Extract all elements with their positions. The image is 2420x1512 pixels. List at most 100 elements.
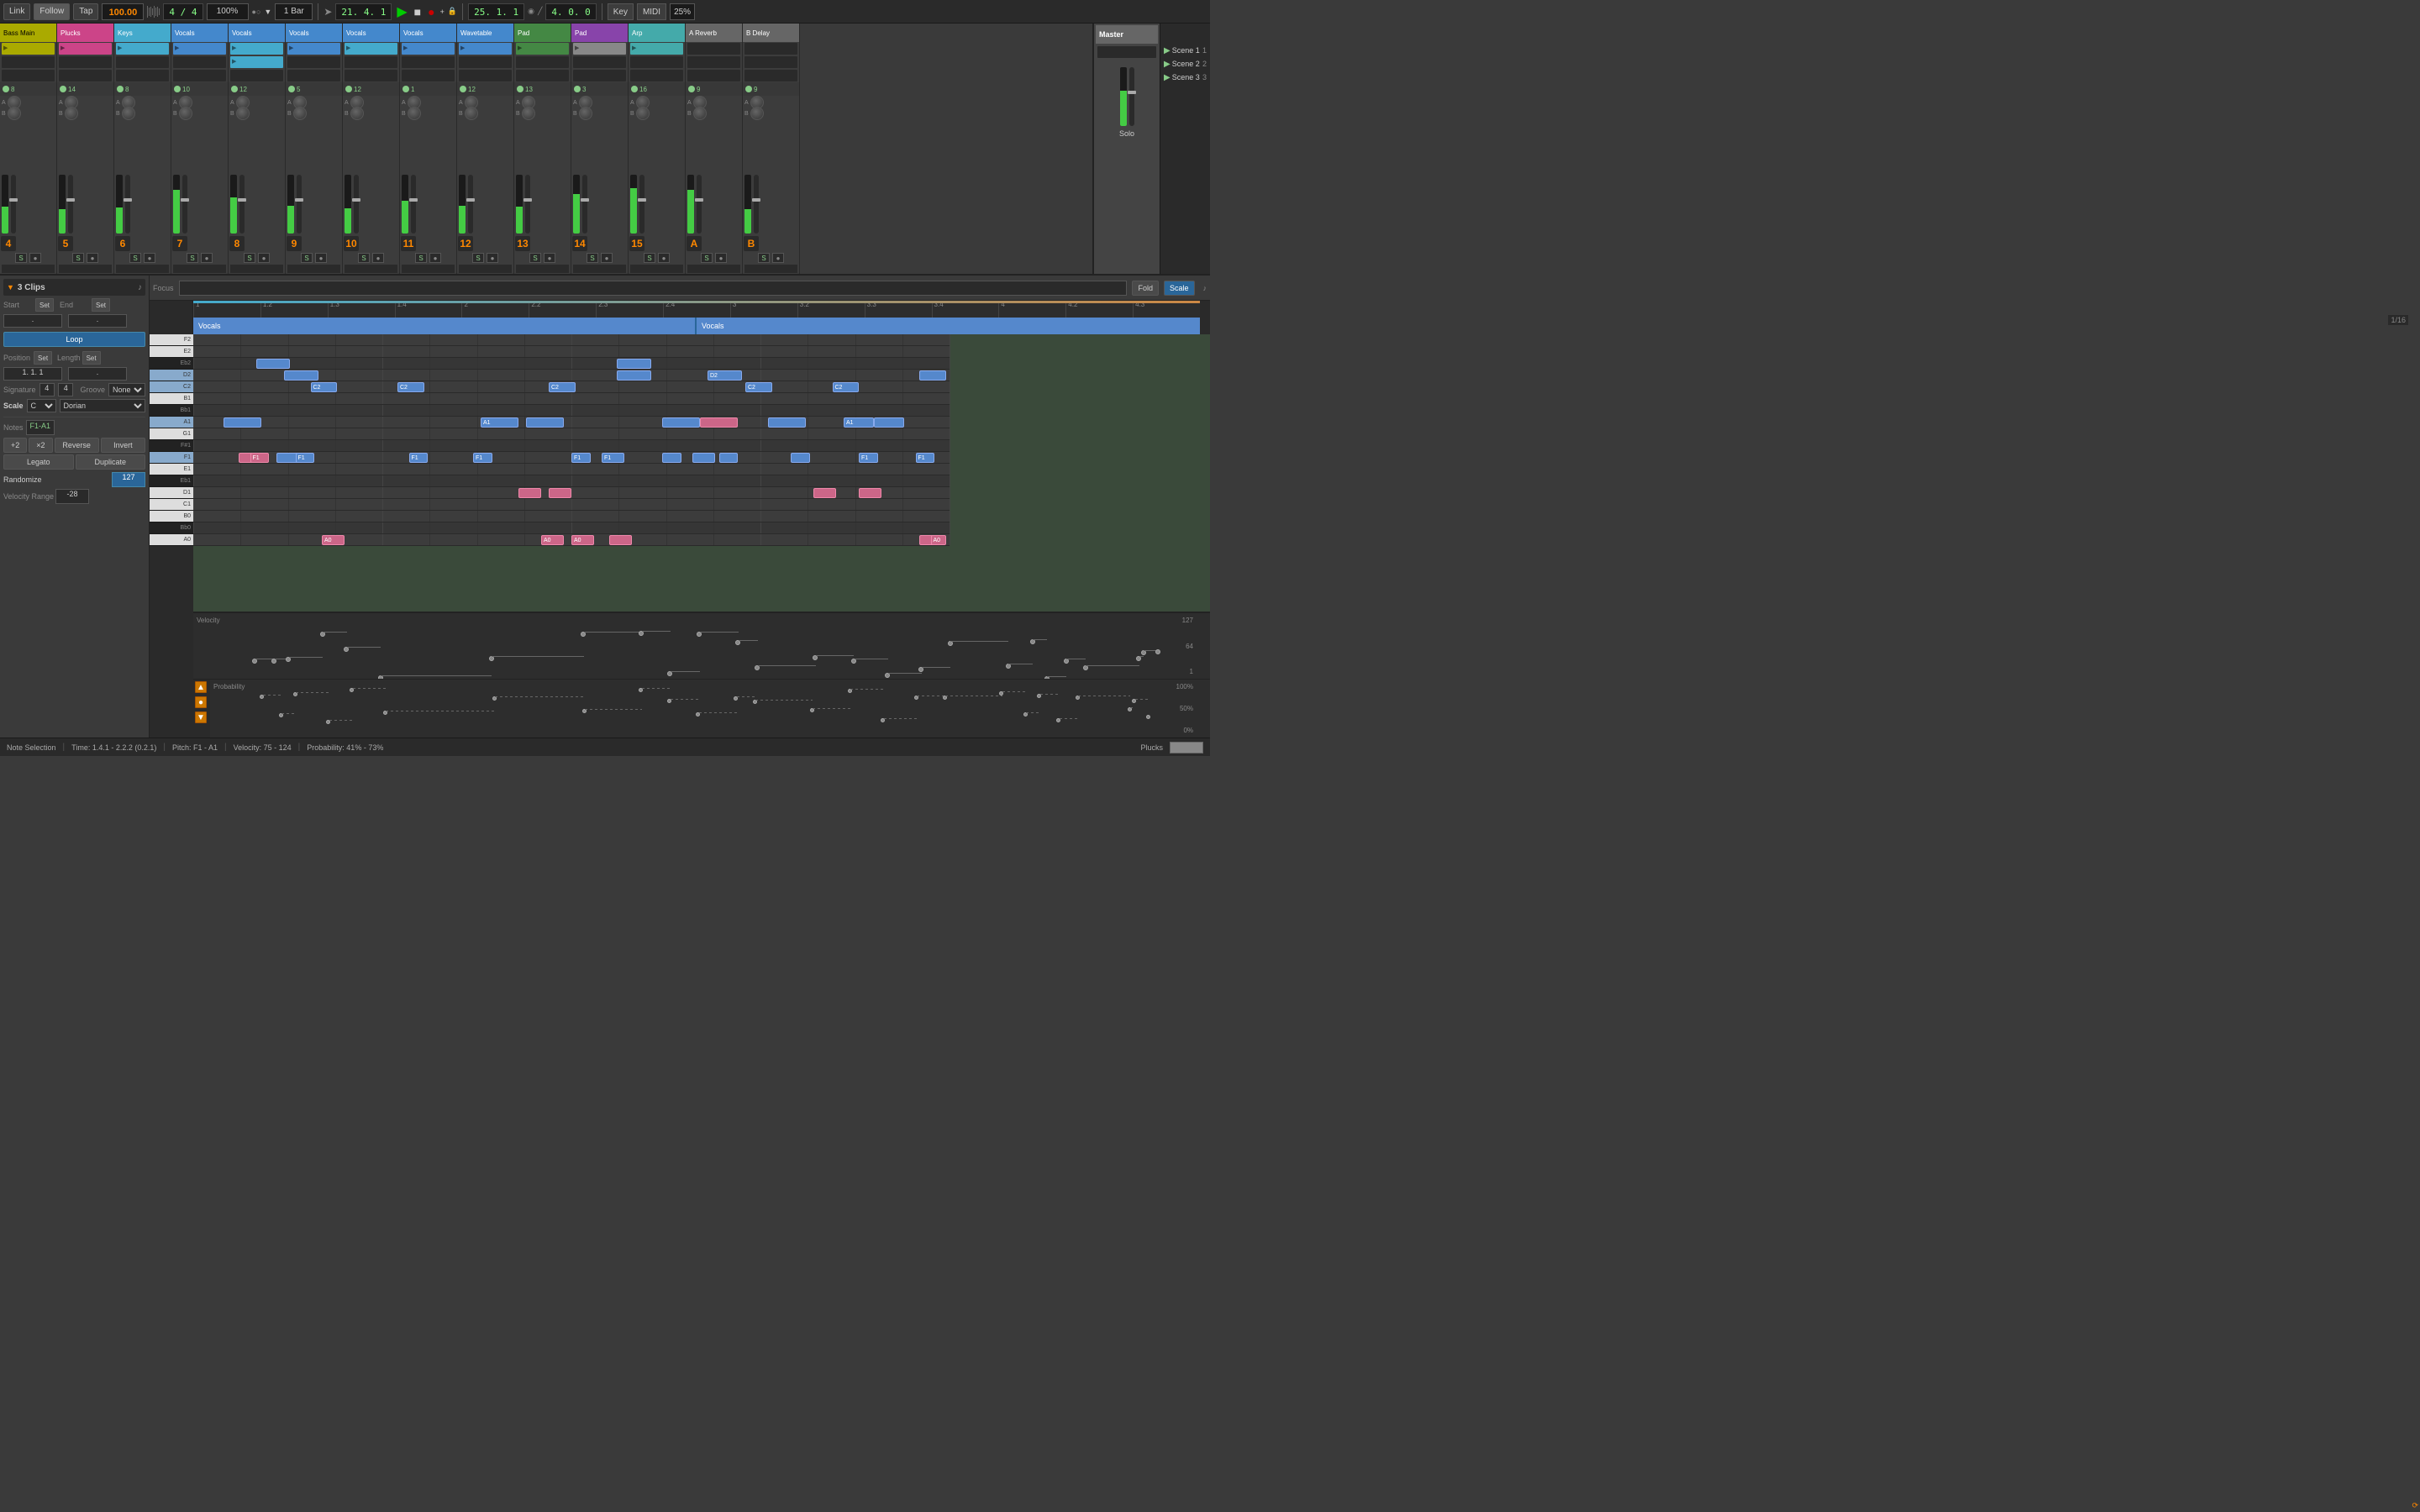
random-val[interactable]: 127: [112, 472, 145, 487]
clip-slot-6-1[interactable]: [345, 56, 397, 68]
duplicate-button[interactable]: Duplicate: [76, 454, 146, 470]
mute-btn-5[interactable]: ●: [315, 253, 327, 263]
midi-note-28[interactable]: [692, 453, 715, 463]
send-b-knob-10[interactable]: [579, 107, 592, 120]
midi-note-33[interactable]: [518, 488, 541, 498]
send-b-knob-13[interactable]: [750, 107, 764, 120]
grid-row-C1[interactable]: [193, 499, 950, 511]
midi-note-26[interactable]: F1: [602, 453, 624, 463]
midi-note-13[interactable]: [526, 417, 564, 428]
scene-row-2[interactable]: ▶ Scene 2 2: [1162, 57, 1208, 71]
vel-dot-25[interactable]: [1155, 649, 1160, 654]
grid-row-Bb1[interactable]: [193, 405, 950, 417]
mute-btn-2[interactable]: ●: [144, 253, 155, 263]
clip-slot-12-0[interactable]: [687, 43, 740, 55]
midi-note-3[interactable]: [617, 370, 651, 381]
mute-btn-3[interactable]: ●: [201, 253, 213, 263]
midi-note-35[interactable]: [813, 488, 836, 498]
solo-btn-9[interactable]: S: [529, 253, 541, 263]
clip-slot-0-2[interactable]: [2, 70, 55, 81]
legato-button[interactable]: Legato: [3, 454, 74, 470]
reverse-button[interactable]: Reverse: [55, 438, 99, 453]
midi-note-10[interactable]: C2: [833, 382, 860, 392]
clip-slot-1-1[interactable]: [59, 56, 112, 68]
prob-arrow-down[interactable]: ▼: [195, 711, 207, 723]
mute-btn-7[interactable]: ●: [429, 253, 441, 263]
grid-row-E1[interactable]: [193, 464, 950, 475]
piano-key-C1[interactable]: C1: [150, 499, 193, 511]
start-val[interactable]: .: [3, 314, 62, 328]
piano-key-Bb1[interactable]: Bb1: [150, 405, 193, 417]
mute-btn-9[interactable]: ●: [544, 253, 555, 263]
piano-key-A1[interactable]: A1: [150, 417, 193, 428]
midi-note-23[interactable]: F1: [409, 453, 429, 463]
fader-11[interactable]: [639, 175, 644, 234]
focus-area[interactable]: [179, 281, 1128, 296]
piano-key-G1[interactable]: G1: [150, 428, 193, 440]
grid-row-Fs1[interactable]: [193, 440, 950, 452]
clip-slot-2-0[interactable]: ▶: [116, 43, 169, 55]
clip-slot-2-2[interactable]: [116, 70, 169, 81]
grid-row-G1[interactable]: [193, 428, 950, 440]
clip-slot-0-0[interactable]: ▶: [2, 43, 55, 55]
prob-arrow-up[interactable]: ▲: [195, 681, 207, 693]
clip-slot-8-0[interactable]: ▶: [459, 43, 512, 55]
sig-den[interactable]: 4: [58, 383, 73, 396]
send-b-knob-1[interactable]: [65, 107, 78, 120]
midi-note-38[interactable]: A0: [541, 535, 564, 545]
scale-key-select[interactable]: C: [27, 399, 56, 412]
fader-6[interactable]: [354, 175, 359, 234]
solo-btn-12[interactable]: S: [701, 253, 713, 263]
clip-slot-8-1[interactable]: [459, 56, 512, 68]
clip-slot-7-0[interactable]: ▶: [402, 43, 455, 55]
grid-row-A0[interactable]: A0A0A0A0: [193, 534, 950, 546]
mute-btn-13[interactable]: ●: [772, 253, 784, 263]
grid-row-Eb1[interactable]: [193, 475, 950, 487]
master-fader[interactable]: [1129, 67, 1134, 126]
clip-slot-3-2[interactable]: [173, 70, 226, 81]
piano-key-F1[interactable]: F1: [150, 452, 193, 464]
len-set-btn[interactable]: Set: [82, 351, 101, 365]
grid-row-A1[interactable]: A1A1: [193, 417, 950, 428]
clip-slot-13-1[interactable]: [744, 56, 797, 68]
piano-key-C2[interactable]: C2: [150, 381, 193, 393]
clip-slot-9-0[interactable]: ▶: [516, 43, 569, 55]
piano-key-Bb0[interactable]: Bb0: [150, 522, 193, 534]
key-display[interactable]: Key: [608, 3, 634, 20]
clip-slot-8-2[interactable]: [459, 70, 512, 81]
grid-row-B0[interactable]: [193, 511, 950, 522]
mute-btn-4[interactable]: ●: [258, 253, 270, 263]
piano-key-F2[interactable]: F2: [150, 334, 193, 346]
solo-btn-8[interactable]: S: [472, 253, 484, 263]
send-b-knob-8[interactable]: [465, 107, 478, 120]
clip-slot-1-2[interactable]: [59, 70, 112, 81]
tempo-display[interactable]: 100.00: [102, 3, 144, 20]
send-b-knob-5[interactable]: [293, 107, 307, 120]
midi-display[interactable]: MIDI: [637, 3, 666, 20]
len-val[interactable]: .: [68, 367, 127, 381]
grid-row-Bb0[interactable]: [193, 522, 950, 534]
solo-btn-5[interactable]: S: [301, 253, 313, 263]
solo-btn-2[interactable]: S: [129, 253, 141, 263]
send-b-knob-6[interactable]: [350, 107, 364, 120]
clip-slot-13-0[interactable]: [744, 43, 797, 55]
clip-slot-0-1[interactable]: [2, 56, 55, 68]
prob-dot-25[interactable]: [1146, 715, 1150, 719]
scale-toggle-button[interactable]: Scale: [1164, 281, 1195, 296]
solo-btn-3[interactable]: S: [187, 253, 198, 263]
midi-note-14[interactable]: [662, 417, 700, 428]
piano-key-B1[interactable]: B1: [150, 393, 193, 405]
clip-slot-12-1[interactable]: [687, 56, 740, 68]
midi-note-6[interactable]: C2: [311, 382, 338, 392]
play-button[interactable]: ▶: [395, 3, 408, 20]
fader-8[interactable]: [468, 175, 473, 234]
piano-key-Fs1[interactable]: F#1: [150, 440, 193, 452]
clip-slot-5-0[interactable]: ▶: [287, 43, 340, 55]
link-button[interactable]: Link: [3, 3, 30, 20]
clip-slot-3-0[interactable]: ▶: [173, 43, 226, 55]
clip-slot-11-1[interactable]: [630, 56, 683, 68]
grid-row-F1[interactable]: F1F1F1F1F1F1F1F1: [193, 452, 950, 464]
loop-end-display[interactable]: 4. 0. 0: [545, 3, 596, 20]
sig-num[interactable]: 4: [39, 383, 55, 396]
midi-note-7[interactable]: C2: [397, 382, 424, 392]
